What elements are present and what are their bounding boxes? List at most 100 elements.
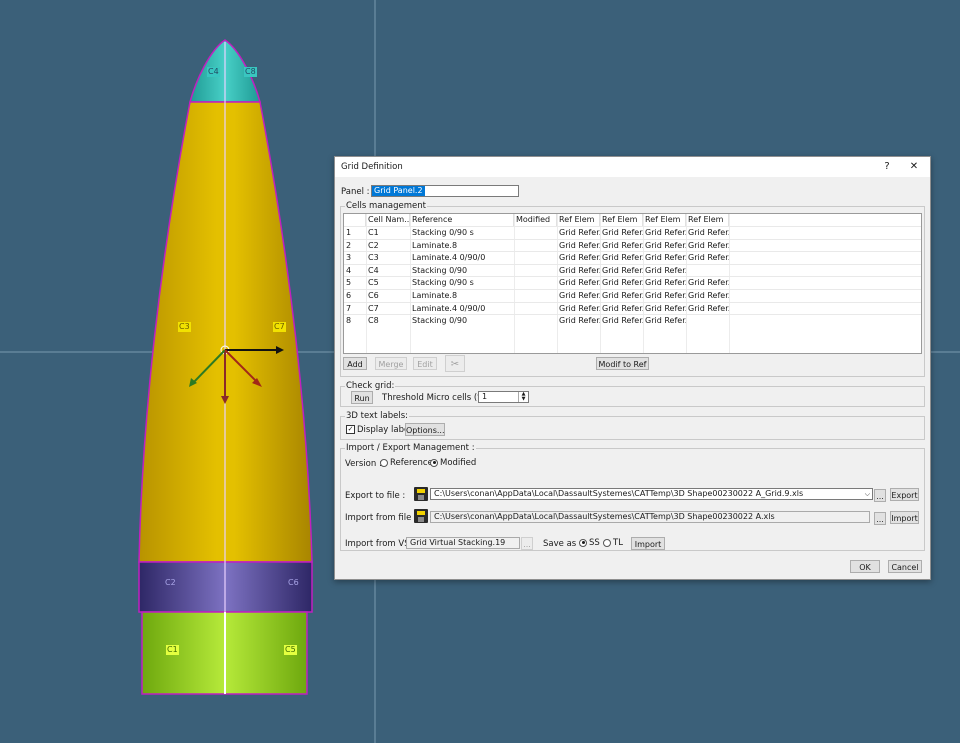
cell-ref-elem-2[interactable]: Grid Refer... [600, 315, 643, 327]
cell-ref-elem-4[interactable]: Grid Refer... [686, 240, 729, 252]
cell-modified[interactable] [514, 252, 557, 264]
edit-button[interactable]: Edit [413, 357, 437, 370]
cell-cell-name[interactable]: C2 [366, 240, 410, 252]
col-header-index[interactable] [344, 214, 366, 226]
export-browse-button[interactable]: ... [874, 489, 886, 502]
cell-ref-elem-4[interactable]: Grid Refer... [686, 303, 729, 315]
cell-ref-elem-3[interactable]: Grid Refer... [643, 277, 686, 289]
add-button[interactable]: Add [343, 357, 367, 370]
cell-ref-elem-4[interactable]: Grid Refer... [686, 227, 729, 239]
col-header-ref-elem-4[interactable]: Ref Elem [686, 214, 729, 226]
cell-index[interactable]: 3 [344, 252, 366, 264]
cell-ref-elem-3[interactable]: Grid Refer... [643, 315, 686, 327]
cell-reference[interactable]: Laminate.4 0/90/0 [410, 303, 514, 315]
cell-ref-elem-3[interactable]: Grid Refer... [643, 252, 686, 264]
col-header-cell-name[interactable]: Cell Nam... [366, 214, 410, 226]
cell-cell-name[interactable]: C7 [366, 303, 410, 315]
cell-cell-name[interactable]: C8 [366, 315, 410, 327]
table-row[interactable]: 5C5Stacking 0/90 sGrid Refer...Grid Refe… [344, 276, 921, 288]
cell-index[interactable]: 1 [344, 227, 366, 239]
cell-ref-elem-4[interactable]: Grid Refer... [686, 277, 729, 289]
col-header-ref-elem-3[interactable]: Ref Elem [643, 214, 686, 226]
cell-cell-name[interactable]: C6 [366, 290, 410, 302]
cell-ref-elem-2[interactable]: Grid Refer... [600, 252, 643, 264]
cell-ref-elem-1[interactable]: Grid Refer... [557, 227, 600, 239]
radio-selected-icon[interactable] [579, 538, 587, 547]
cell-reference[interactable]: Laminate.4 0/90/0 [410, 252, 514, 264]
cell-ref-elem-3[interactable]: Grid Refer... [643, 227, 686, 239]
table-row[interactable]: 6C6Laminate.8Grid Refer...Grid Refer...G… [344, 289, 921, 301]
cell-index[interactable]: 5 [344, 277, 366, 289]
save-as-ss-radio[interactable]: SS [579, 538, 600, 548]
radio-icon[interactable] [603, 538, 611, 547]
cell-ref-elem-4[interactable] [686, 265, 729, 277]
cell-ref-elem-4[interactable]: Grid Refer... [686, 290, 729, 302]
import-vs-browse-button[interactable]: ... [521, 537, 533, 550]
cell-modified[interactable] [514, 277, 557, 289]
col-header-modified[interactable]: Modified [514, 214, 557, 226]
import-vs-button[interactable]: Import [631, 537, 665, 550]
col-header-ref-elem-1[interactable]: Ref Elem [557, 214, 600, 226]
cell-index[interactable]: 2 [344, 240, 366, 252]
cell-modified[interactable] [514, 240, 557, 252]
cell-ref-elem-1[interactable]: Grid Refer... [557, 315, 600, 327]
split-cells-icon[interactable]: ✂ [445, 355, 465, 372]
save-file-icon[interactable] [414, 487, 428, 501]
cell-index[interactable]: 8 [344, 315, 366, 327]
save-as-tl-radio[interactable]: TL [603, 538, 623, 548]
cell-modified[interactable] [514, 290, 557, 302]
dialog-titlebar[interactable]: Grid Definition ? ✕ [335, 157, 930, 177]
export-button[interactable]: Export [890, 488, 919, 501]
cancel-button[interactable]: Cancel [888, 560, 922, 573]
cell-ref-elem-2[interactable]: Grid Refer... [600, 240, 643, 252]
cell-ref-elem-2[interactable]: Grid Refer... [600, 265, 643, 277]
cell-ref-elem-3[interactable]: Grid Refer... [643, 265, 686, 277]
merge-button[interactable]: Merge [375, 357, 407, 370]
radio-selected-icon[interactable] [430, 458, 438, 467]
help-button[interactable]: ? [880, 160, 894, 174]
checkbox-check-icon[interactable]: ✓ [346, 425, 355, 434]
cell-ref-elem-2[interactable]: Grid Refer... [600, 290, 643, 302]
display-label-checkbox[interactable]: ✓ Display label [346, 425, 412, 435]
cell-modified[interactable] [514, 303, 557, 315]
cell-index[interactable]: 7 [344, 303, 366, 315]
table-row[interactable]: 4C4Stacking 0/90Grid Refer...Grid Refer.… [344, 263, 921, 277]
threshold-input[interactable]: 1 ▲ ▼ [478, 391, 529, 403]
dropdown-chevron-icon[interactable]: ⌵ [865, 489, 870, 499]
cell-modified[interactable] [514, 265, 557, 277]
cell-ref-elem-3[interactable]: Grid Refer... [643, 303, 686, 315]
cell-ref-elem-1[interactable]: Grid Refer... [557, 303, 600, 315]
cell-ref-elem-3[interactable]: Grid Refer... [643, 290, 686, 302]
cell-ref-elem-1[interactable]: Grid Refer... [557, 265, 600, 277]
radio-icon[interactable] [380, 458, 388, 467]
cell-ref-elem-1[interactable]: Grid Refer... [557, 290, 600, 302]
cell-ref-elem-2[interactable]: Grid Refer... [600, 277, 643, 289]
table-row[interactable]: 3C3Laminate.4 0/90/0Grid Refer...Grid Re… [344, 251, 921, 263]
version-modified-radio[interactable]: Modified [430, 458, 476, 468]
cell-ref-elem-4[interactable] [686, 315, 729, 327]
cell-cell-name[interactable]: C4 [366, 265, 410, 277]
import-button[interactable]: Import [890, 511, 919, 524]
table-row[interactable]: 1C1Stacking 0/90 sGrid Refer...Grid Refe… [344, 226, 921, 238]
modif-to-ref-button[interactable]: Modif to Ref [596, 357, 649, 370]
cell-reference[interactable]: Stacking 0/90 [410, 265, 514, 277]
cell-ref-elem-2[interactable]: Grid Refer... [600, 227, 643, 239]
import-path-input[interactable]: C:\Users\conan\AppData\Local\DassaultSys… [430, 511, 870, 523]
cell-ref-elem-1[interactable]: Grid Refer... [557, 252, 600, 264]
options-button[interactable]: Options... [405, 423, 445, 436]
run-button[interactable]: Run [351, 391, 373, 404]
cell-modified[interactable] [514, 315, 557, 327]
cell-cell-name[interactable]: C1 [366, 227, 410, 239]
spinner-icon[interactable]: ▲ ▼ [518, 392, 528, 402]
export-path-input[interactable]: C:\Users\conan\AppData\Local\DassaultSys… [430, 488, 873, 500]
cell-modified[interactable] [514, 227, 557, 239]
close-button[interactable]: ✕ [907, 160, 921, 174]
import-vs-input[interactable]: Grid Virtual Stacking.19 [406, 537, 520, 549]
cell-ref-elem-4[interactable]: Grid Refer... [686, 252, 729, 264]
cell-index[interactable]: 4 [344, 265, 366, 277]
cell-reference[interactable]: Stacking 0/90 s [410, 277, 514, 289]
ok-button[interactable]: OK [850, 560, 880, 573]
cell-ref-elem-3[interactable]: Grid Refer... [643, 240, 686, 252]
table-row[interactable]: 8C8Stacking 0/90Grid Refer...Grid Refer.… [344, 314, 921, 326]
table-row[interactable]: 2C2Laminate.8Grid Refer...Grid Refer...G… [344, 238, 921, 252]
